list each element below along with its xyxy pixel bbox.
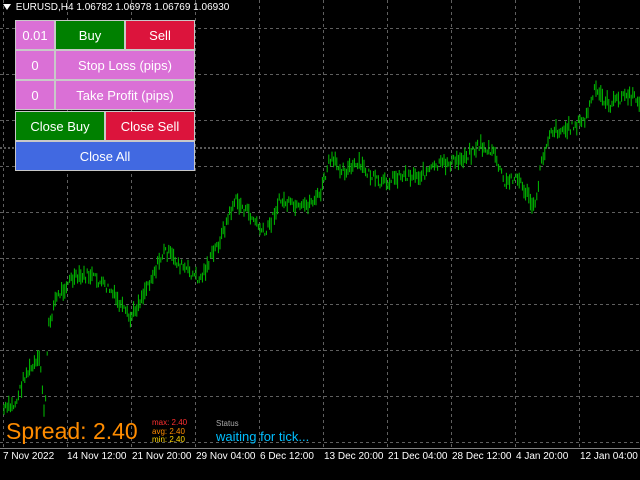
spread-value: Spread: 2.40 xyxy=(6,418,138,444)
ohlc-low: 1.06769 xyxy=(154,2,191,13)
buy-button[interactable]: Buy xyxy=(55,20,125,50)
spread-stats: max: 2.40 avg: 2.40 min: 2.40 xyxy=(152,418,187,445)
time-axis-label: 13 Dec 20:00 xyxy=(324,451,384,462)
stop-loss-label: Stop Loss (pips) xyxy=(55,50,195,80)
status-label: Status xyxy=(216,419,239,428)
time-axis-label: 6 Dec 12:00 xyxy=(260,451,314,462)
time-axis-label: 14 Nov 12:00 xyxy=(67,451,127,462)
take-profit-field[interactable]: 0 xyxy=(15,80,55,110)
stop-loss-field[interactable]: 0 xyxy=(15,50,55,80)
ohlc-close: 1.06930 xyxy=(193,2,230,13)
dropdown-triangle-icon[interactable] xyxy=(3,4,11,11)
time-axis-label: 21 Nov 20:00 xyxy=(132,451,192,462)
time-axis-label: 4 Jan 20:00 xyxy=(516,451,569,462)
take-profit-label: Take Profit (pips) xyxy=(55,80,195,110)
close-all-button[interactable]: Close All xyxy=(15,141,195,171)
symbol-timeframe: EURUSD,H4 xyxy=(15,2,74,13)
time-axis-label: 12 Jan 04:00 xyxy=(580,451,638,462)
ohlc-open: 1.06782 xyxy=(76,2,113,13)
time-axis-label: 21 Dec 04:00 xyxy=(388,451,448,462)
chart-header: EURUSD,H4 1.06782 1.06978 1.06769 1.0693… xyxy=(3,1,229,14)
close-sell-button[interactable]: Close Sell xyxy=(105,111,195,141)
ohlc-high: 1.06978 xyxy=(115,2,152,13)
time-axis-label: 28 Dec 12:00 xyxy=(452,451,512,462)
lot-size-field[interactable]: 0.01 xyxy=(15,20,55,50)
close-buy-button[interactable]: Close Buy xyxy=(15,111,105,141)
time-axis-label: 29 Nov 04:00 xyxy=(196,451,256,462)
sell-button[interactable]: Sell xyxy=(125,20,195,50)
spread-min: min: 2.40 xyxy=(152,435,185,444)
status-text: waiting for tick... xyxy=(216,429,310,444)
time-axis-label: 7 Nov 2022 xyxy=(3,451,55,462)
